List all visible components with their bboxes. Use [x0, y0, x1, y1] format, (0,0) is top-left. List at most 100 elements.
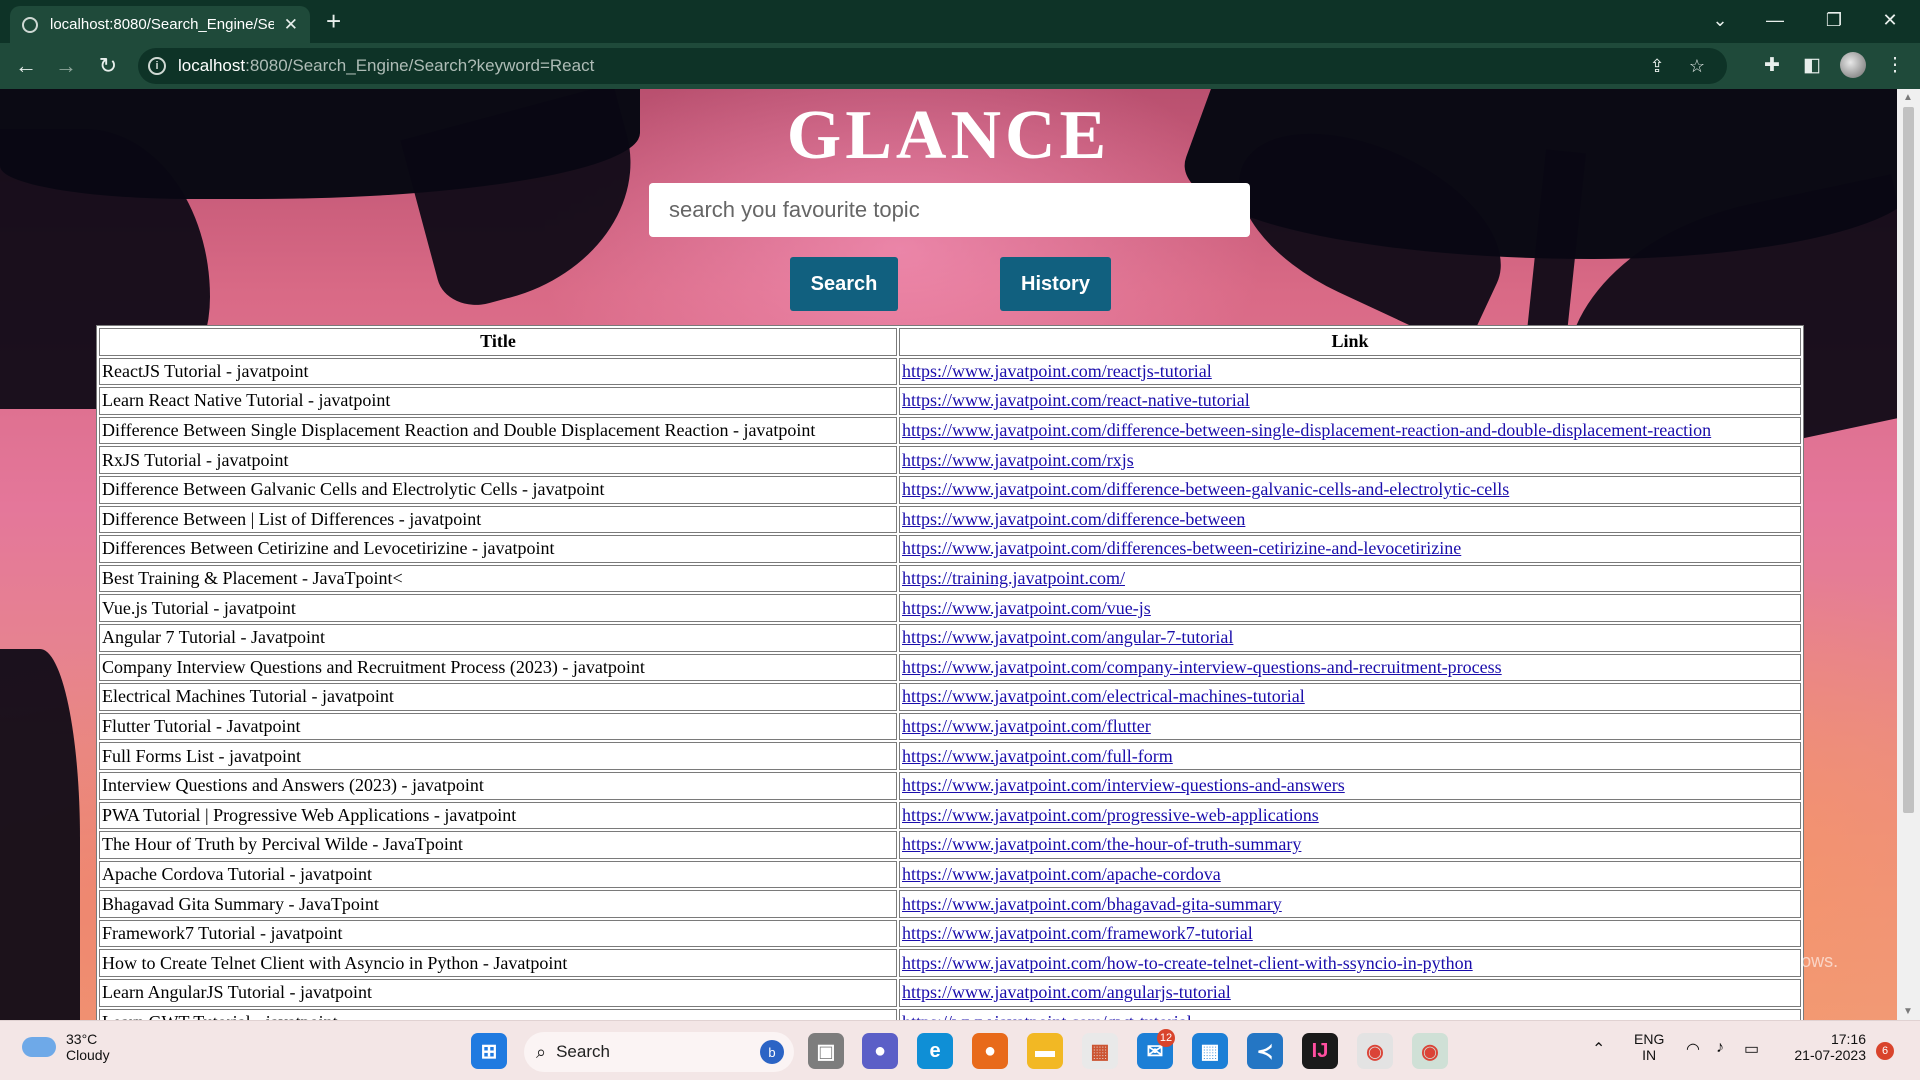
result-link-cell: https://www.javatpoint.com/difference-be…	[899, 475, 1801, 504]
taskbar-search-box[interactable]: ⌕ Search b	[524, 1032, 794, 1072]
notification-badge[interactable]: 6	[1876, 1042, 1894, 1060]
clock-time: 17:16	[1830, 1031, 1866, 1047]
wifi-icon[interactable]: ◠	[1686, 1039, 1700, 1059]
result-link-cell: https://www.javatpoint.com/progressive-w…	[899, 801, 1801, 830]
file-explorer-icon[interactable]: ▬	[1027, 1033, 1063, 1069]
result-link-cell: https://www.javatpoint.com/the-hour-of-t…	[899, 831, 1801, 859]
result-link-cell: https://www.javatpoint.com/flutter	[899, 712, 1801, 741]
clock[interactable]: 17:16 21-07-2023	[1786, 1031, 1866, 1063]
result-link-cell: https://training.javatpoint.com/	[899, 564, 1801, 593]
result-link[interactable]: https://www.javatpoint.com/progressive-w…	[902, 805, 1319, 825]
intellij-icon[interactable]: IJ	[1302, 1033, 1338, 1069]
share-icon[interactable]: ⇪	[1645, 54, 1669, 78]
result-link[interactable]: https://www.javatpoint.com/apache-cordov…	[902, 864, 1221, 884]
result-link-cell: https://www.javatpoint.com/bhagavad-gita…	[899, 890, 1801, 918]
result-link[interactable]: https://www.javatpoint.com/flutter	[902, 716, 1151, 736]
menu-kebab-icon[interactable]: ⋮	[1880, 50, 1910, 80]
address-bar[interactable]: i localhost:8080/Search_Engine/Search?ke…	[138, 48, 1727, 84]
result-link[interactable]: https://www.javatpoint.com/company-inter…	[902, 657, 1502, 677]
result-title: Best Training & Placement - JavaTpoint<	[99, 564, 897, 593]
chrome-active-icon[interactable]: ◉	[1412, 1033, 1448, 1069]
restore-icon[interactable]: ❐	[1806, 0, 1862, 40]
search-button[interactable]: Search	[790, 257, 898, 311]
battery-icon[interactable]: ▭	[1744, 1039, 1759, 1059]
tab-title: localhost:8080/Search_Engine/Se	[50, 16, 274, 33]
result-link[interactable]: https://training.javatpoint.com/	[902, 568, 1125, 588]
minimize-icon[interactable]: —	[1747, 0, 1803, 40]
forward-arrow-icon[interactable]: →	[50, 50, 82, 82]
result-title: Apache Cordova Tutorial - javatpoint	[99, 860, 897, 889]
result-link[interactable]: https://www.javatpoint.com/gwt-tutorial	[902, 1012, 1192, 1020]
language-indicator[interactable]: ENG IN	[1634, 1031, 1664, 1063]
reload-icon[interactable]: ↻	[92, 50, 124, 82]
result-link[interactable]: https://www.javatpoint.com/electrical-ma…	[902, 686, 1305, 706]
search-input[interactable]	[649, 183, 1250, 237]
result-link[interactable]: https://www.javatpoint.com/difference-be…	[902, 420, 1711, 440]
show-hidden-icons-chevron-icon[interactable]: ⌃	[1592, 1039, 1605, 1059]
extensions-puzzle-icon[interactable]: ✚	[1757, 50, 1787, 80]
volume-icon[interactable]: ♪	[1716, 1039, 1724, 1057]
result-link[interactable]: https://www.javatpoint.com/angularjs-tut…	[902, 982, 1231, 1002]
scroll-up-icon[interactable]: ▲	[1903, 92, 1913, 103]
site-logo: GLANCE	[786, 97, 1111, 174]
result-link[interactable]: https://www.javatpoint.com/difference-be…	[902, 509, 1245, 529]
back-arrow-icon[interactable]: ←	[10, 50, 42, 82]
tab-search-chevron-icon[interactable]: ⌄	[1692, 0, 1748, 40]
edge-browser-icon[interactable]: e	[917, 1033, 953, 1069]
vscode-icon[interactable]: ≺	[1247, 1033, 1283, 1069]
close-tab-icon[interactable]: ✕	[284, 15, 298, 35]
table-row: Difference Between | List of Differences…	[99, 505, 1801, 534]
result-title: How to Create Telnet Client with Asyncio…	[99, 949, 897, 978]
result-link[interactable]: https://www.javatpoint.com/the-hour-of-t…	[902, 834, 1301, 854]
result-link-cell: https://www.javatpoint.com/angular-7-tut…	[899, 623, 1801, 652]
windows-start-icon[interactable]: ⊞	[471, 1033, 507, 1069]
result-link[interactable]: https://www.javatpoint.com/full-form	[902, 746, 1173, 766]
scroll-down-icon[interactable]: ▼	[1903, 1006, 1913, 1017]
column-header-title: Title	[99, 328, 897, 356]
result-title: Learn AngularJS Tutorial - javatpoint	[99, 979, 897, 1007]
microsoft-store-icon[interactable]: ▦	[1082, 1033, 1118, 1069]
table-row: Learn GWT Tutorial - javatpoint https://w…	[99, 1008, 1801, 1020]
result-link[interactable]: https://www.javatpoint.com/how-to-create…	[902, 953, 1473, 973]
result-link-cell: https://www.javatpoint.com/apache-cordov…	[899, 860, 1801, 889]
mail-badge: 12	[1157, 1029, 1175, 1047]
side-panel-icon[interactable]: ◧	[1797, 50, 1827, 80]
result-link[interactable]: https://www.javatpoint.com/bhagavad-gita…	[902, 894, 1282, 914]
result-link[interactable]: https://www.javatpoint.com/angular-7-tut…	[902, 627, 1233, 647]
teams-chat-icon[interactable]: ●	[862, 1033, 898, 1069]
result-title: Difference Between Single Displacement R…	[99, 416, 897, 445]
close-window-icon[interactable]: ✕	[1862, 0, 1918, 40]
result-link[interactable]: https://www.javatpoint.com/react-native-…	[902, 390, 1250, 410]
history-button[interactable]: History	[1000, 257, 1111, 311]
page-viewport: GLANCE Search History Title Link ReactJS…	[0, 89, 1920, 1020]
bookmark-star-icon[interactable]: ☆	[1685, 54, 1709, 78]
page-scrollbar[interactable]: ▲ ▼	[1897, 89, 1920, 1020]
result-link[interactable]: https://www.javatpoint.com/vue-js	[902, 598, 1151, 618]
browser-tab[interactable]: localhost:8080/Search_Engine/Se ✕	[10, 6, 310, 43]
result-title: PWA Tutorial | Progressive Web Applicati…	[99, 801, 897, 830]
new-tab-icon[interactable]: +	[326, 6, 341, 36]
table-row: Angular 7 Tutorial - Javatpoint https://w…	[99, 623, 1801, 652]
table-row: Learn React Native Tutorial - javatpoint…	[99, 387, 1801, 415]
result-link-cell: https://www.javatpoint.com/gwt-tutorial	[899, 1008, 1801, 1020]
result-title: Bhagavad Gita Summary - JavaTpoint	[99, 890, 897, 918]
table-header-row: Title Link	[99, 328, 1801, 356]
result-link[interactable]: https://www.javatpoint.com/interview-que…	[902, 775, 1345, 795]
firefox-icon[interactable]: ●	[972, 1033, 1008, 1069]
result-link-cell: https://www.javatpoint.com/interview-que…	[899, 771, 1801, 800]
chrome-icon[interactable]: ◉	[1357, 1033, 1393, 1069]
calendar-icon[interactable]: ▦	[1192, 1033, 1228, 1069]
task-view-icon[interactable]: ▣	[808, 1033, 844, 1069]
result-link[interactable]: https://www.javatpoint.com/differences-b…	[902, 538, 1461, 558]
result-link-cell: https://www.javatpoint.com/rxjs	[899, 446, 1801, 474]
table-row: Best Training & Placement - JavaTpoint< h…	[99, 564, 1801, 593]
result-link[interactable]: https://www.javatpoint.com/rxjs	[902, 450, 1134, 470]
result-link[interactable]: https://www.javatpoint.com/framework7-tu…	[902, 923, 1253, 943]
result-link[interactable]: https://www.javatpoint.com/reactjs-tutor…	[902, 361, 1212, 381]
profile-avatar-icon[interactable]	[1838, 50, 1868, 80]
site-info-icon[interactable]: i	[148, 57, 166, 75]
weather-widget[interactable]: 33°C Cloudy	[22, 1031, 110, 1063]
result-link[interactable]: https://www.javatpoint.com/difference-be…	[902, 479, 1509, 499]
taskbar-search-label: Search	[556, 1042, 610, 1061]
scrollbar-thumb[interactable]	[1903, 107, 1914, 813]
